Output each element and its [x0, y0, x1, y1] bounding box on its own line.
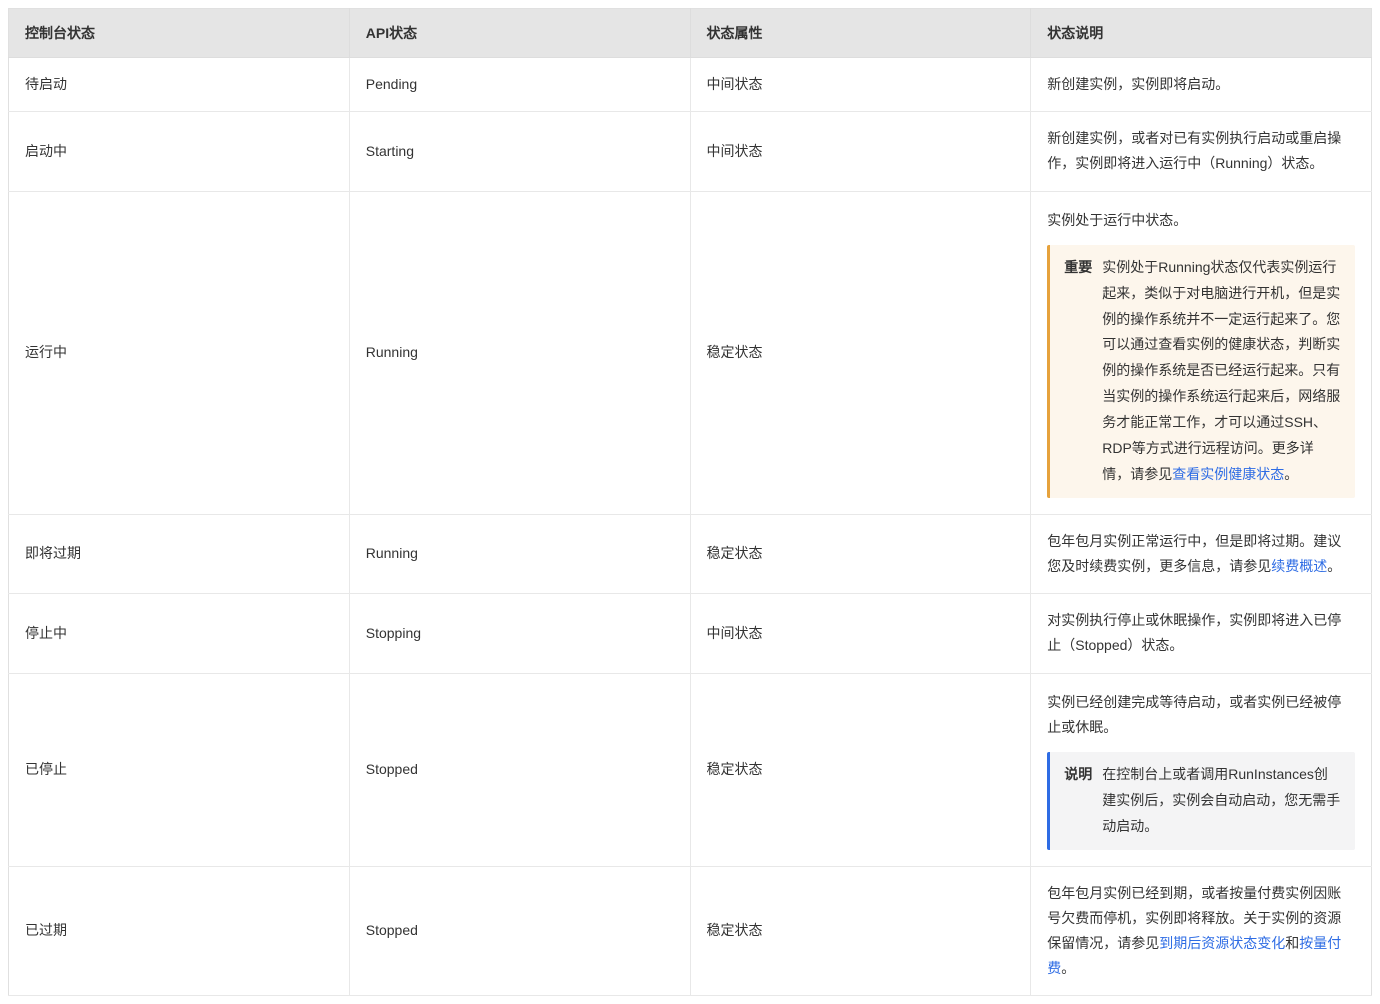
- cell-console: 已过期: [9, 866, 350, 996]
- cell-api: Stopped: [349, 866, 690, 996]
- table-row: 即将过期 Running 稳定状态 包年包月实例正常运行中，但是即将过期。建议您…: [9, 514, 1372, 593]
- cell-api: Starting: [349, 112, 690, 191]
- table-row: 运行中 Running 稳定状态 实例处于运行中状态。 重要 实例处于Runni…: [9, 191, 1372, 514]
- table-row: 待启动 Pending 中间状态 新创建实例，实例即将启动。: [9, 58, 1372, 112]
- cell-console: 启动中: [9, 112, 350, 191]
- cell-attr: 中间状态: [690, 58, 1031, 112]
- cell-console: 待启动: [9, 58, 350, 112]
- note-label: 说明: [1064, 762, 1092, 788]
- cell-api: Running: [349, 191, 690, 514]
- info-note: 说明 在控制台上或者调用RunInstances创建实例后，实例会自动启动，您无…: [1047, 752, 1355, 850]
- link-health-status[interactable]: 查看实例健康状态: [1172, 466, 1284, 482]
- cell-attr: 稳定状态: [690, 673, 1031, 866]
- cell-desc: 实例已经创建完成等待启动，或者实例已经被停止或休眠。 说明 在控制台上或者调用R…: [1031, 673, 1372, 866]
- header-console-status: 控制台状态: [9, 9, 350, 58]
- link-renewal[interactable]: 续费概述: [1271, 558, 1327, 574]
- table-row: 停止中 Stopping 中间状态 对实例执行停止或休眠操作，实例即将进入已停止…: [9, 594, 1372, 673]
- desc-text: 实例处于运行中状态。: [1047, 208, 1355, 233]
- cell-console: 即将过期: [9, 514, 350, 593]
- cell-console: 停止中: [9, 594, 350, 673]
- cell-desc: 新创建实例，实例即将启动。: [1031, 58, 1372, 112]
- cell-desc: 包年包月实例已经到期，或者按量付费实例因账号欠费而停机，实例即将释放。关于实例的…: [1031, 866, 1372, 996]
- cell-desc: 包年包月实例正常运行中，但是即将过期。建议您及时续费实例，更多信息，请参见续费概…: [1031, 514, 1372, 593]
- cell-desc: 实例处于运行中状态。 重要 实例处于Running状态仅代表实例运行起来，类似于…: [1031, 191, 1372, 514]
- cell-attr: 稳定状态: [690, 514, 1031, 593]
- cell-attr: 中间状态: [690, 594, 1031, 673]
- cell-attr: 稳定状态: [690, 191, 1031, 514]
- table-row: 已停止 Stopped 稳定状态 实例已经创建完成等待启动，或者实例已经被停止或…: [9, 673, 1372, 866]
- cell-console: 运行中: [9, 191, 350, 514]
- note-label: 重要: [1064, 255, 1092, 281]
- status-table: 控制台状态 API状态 状态属性 状态说明 待启动 Pending 中间状态 新…: [8, 8, 1372, 996]
- table-row: 已过期 Stopped 稳定状态 包年包月实例已经到期，或者按量付费实例因账号欠…: [9, 866, 1372, 996]
- cell-api: Stopped: [349, 673, 690, 866]
- desc-text: 实例已经创建完成等待启动，或者实例已经被停止或休眠。: [1047, 690, 1355, 740]
- cell-console: 已停止: [9, 673, 350, 866]
- header-status-attribute: 状态属性: [690, 9, 1031, 58]
- table-row: 启动中 Starting 中间状态 新创建实例，或者对已有实例执行启动或重启操作…: [9, 112, 1372, 191]
- cell-api: Running: [349, 514, 690, 593]
- table-header-row: 控制台状态 API状态 状态属性 状态说明: [9, 9, 1372, 58]
- important-note: 重要 实例处于Running状态仅代表实例运行起来，类似于对电脑进行开机，但是实…: [1047, 245, 1355, 498]
- link-expired-resource[interactable]: 到期后资源状态变化: [1159, 935, 1285, 951]
- cell-desc: 对实例执行停止或休眠操作，实例即将进入已停止（Stopped）状态。: [1031, 594, 1372, 673]
- header-api-status: API状态: [349, 9, 690, 58]
- header-status-description: 状态说明: [1031, 9, 1372, 58]
- cell-api: Pending: [349, 58, 690, 112]
- cell-attr: 中间状态: [690, 112, 1031, 191]
- cell-desc: 新创建实例，或者对已有实例执行启动或重启操作，实例即将进入运行中（Running…: [1031, 112, 1372, 191]
- note-content: 在控制台上或者调用RunInstances创建实例后，实例会自动启动，您无需手动…: [1102, 762, 1341, 840]
- cell-api: Stopping: [349, 594, 690, 673]
- note-content: 实例处于Running状态仅代表实例运行起来，类似于对电脑进行开机，但是实例的操…: [1102, 255, 1341, 488]
- cell-attr: 稳定状态: [690, 866, 1031, 996]
